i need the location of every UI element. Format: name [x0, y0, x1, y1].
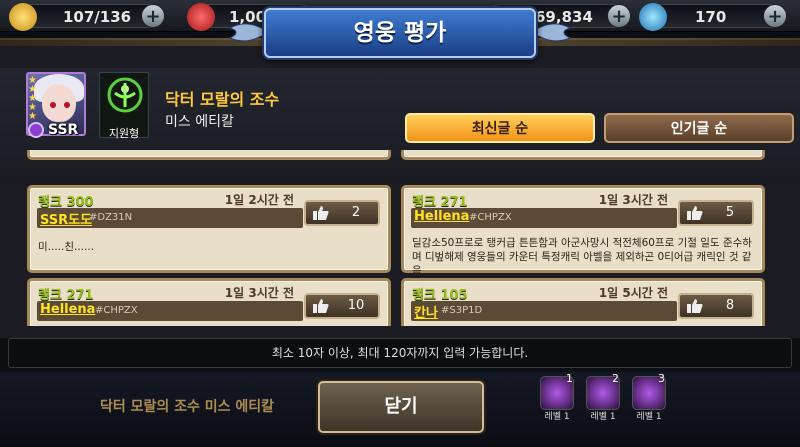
review-time: 1일 3시간 전 [598, 193, 668, 207]
hero-eye-right [64, 102, 70, 108]
like-button[interactable]: 5 [678, 200, 754, 226]
heart-icon [187, 3, 215, 31]
tab-popular[interactable]: 인기글 순 [604, 113, 794, 143]
review-user-bar: Hellena #CHPZX [411, 208, 677, 228]
grade-orb-icon [28, 122, 44, 138]
review-input-field[interactable]: 최소 10자 이상, 최대 120자까지 입력 가능합니다. [8, 338, 792, 368]
like-button[interactable]: 10 [304, 293, 380, 319]
like-button[interactable]: 2 [304, 200, 380, 226]
thumbs-up-icon [313, 299, 329, 313]
skill-1-number: 1 [566, 372, 573, 385]
review-user-tag: #CHPZX [95, 305, 138, 316]
input-hint: 최소 10자 이상, 최대 120자까지 입력 가능합니다. [271, 346, 529, 360]
review-username[interactable]: Hellena [40, 302, 95, 317]
thumbs-up-icon [687, 206, 703, 220]
like-count: 8 [725, 298, 735, 313]
review-user-tag: #CHPZX [469, 212, 512, 223]
review-time: 1일 5시간 전 [598, 286, 668, 300]
like-count: 5 [725, 205, 735, 220]
hero-name: 닥터 모랄의 조수 [165, 90, 280, 109]
stamina-value: 107/136 [63, 8, 132, 26]
skill-2-number: 2 [612, 372, 619, 385]
review-username[interactable]: SSR도도 [40, 209, 92, 228]
close-button[interactable]: 닫기 [318, 381, 484, 433]
title-ornament-right-icon [532, 23, 572, 42]
review-card: 랭크 271 1일 3시간 전 Hellena #CHPZX 10 [27, 278, 391, 326]
skill-1-level: 레벨 1 [544, 412, 570, 422]
hero-face [42, 84, 76, 122]
thumbs-up-icon [687, 299, 703, 313]
add-gems-button[interactable]: + [763, 4, 787, 28]
review-user-tag: #DZ31N [89, 212, 133, 223]
review-user-bar: Hellena #CHPZX [37, 301, 303, 321]
review-card: 랭크 271 1일 3시간 전 Hellena #CHPZX 5 딜감소50프로… [401, 185, 765, 277]
like-count: 2 [351, 205, 361, 220]
skill-3-level: 레벨 1 [636, 412, 662, 422]
review-username[interactable]: Hellena [414, 209, 469, 224]
review-time: 1일 3시간 전 [224, 286, 294, 300]
gems-value: 170 [695, 8, 727, 26]
star-rating-icon: ★ ★ ★ ★ ★ [28, 75, 37, 122]
page-title-banner: 영웅 평가 [264, 8, 536, 58]
hero-grade: SSR [48, 122, 79, 138]
stamina-counter: 107/136 + [9, 3, 165, 31]
gems-counter: 170 + [639, 3, 787, 31]
add-gold-button[interactable]: + [607, 4, 631, 28]
thumbs-up-icon [313, 206, 329, 220]
review-user-tag: #S3P1D [441, 305, 483, 316]
add-stamina-button[interactable]: + [141, 4, 165, 28]
review-card: 랭크 300 1일 2시간 전 SSR도도 #DZ31N 2 미.....친..… [27, 185, 391, 273]
review-time: 1일 2시간 전 [224, 193, 294, 207]
review-list[interactable]: 랭크 300 1일 2시간 전 SSR도도 #DZ31N 2 미.....친..… [27, 150, 775, 326]
review-body: 딜감소50프로로 탱커급 튼튼함과 아군사망시 적전체60프로 기절 일도 준수… [412, 237, 752, 277]
review-card: 랭크 105 1일 5시간 전 칸나 #S3P1D 8 [401, 278, 765, 326]
skill-3-number: 3 [658, 372, 665, 385]
title-ornament-left-icon [228, 23, 268, 42]
lightning-icon [9, 3, 37, 31]
list-item [27, 150, 391, 160]
like-button[interactable]: 8 [678, 293, 754, 319]
review-body: 미.....친...... [38, 241, 95, 253]
hero-subtitle: 미스 에티칼 [165, 114, 234, 130]
hero-class-label: 지원형 [108, 127, 140, 140]
like-count: 10 [347, 298, 365, 313]
close-button-label: 닫기 [384, 396, 418, 417]
bottom-hero-name: 닥터 모랄의 조수 미스 에티칼 [100, 399, 275, 415]
tab-latest[interactable]: 최신글 순 [405, 113, 595, 143]
review-user-bar: SSR도도 #DZ31N [37, 208, 303, 228]
list-item [401, 150, 765, 160]
review-user-bar: 칸나 #S3P1D [411, 301, 677, 321]
skill-2-level: 레벨 1 [590, 412, 616, 422]
page-title: 영웅 평가 [353, 20, 447, 46]
gem-icon [639, 3, 667, 31]
review-username[interactable]: 칸나 [414, 302, 438, 321]
hero-eye-left [50, 102, 56, 108]
